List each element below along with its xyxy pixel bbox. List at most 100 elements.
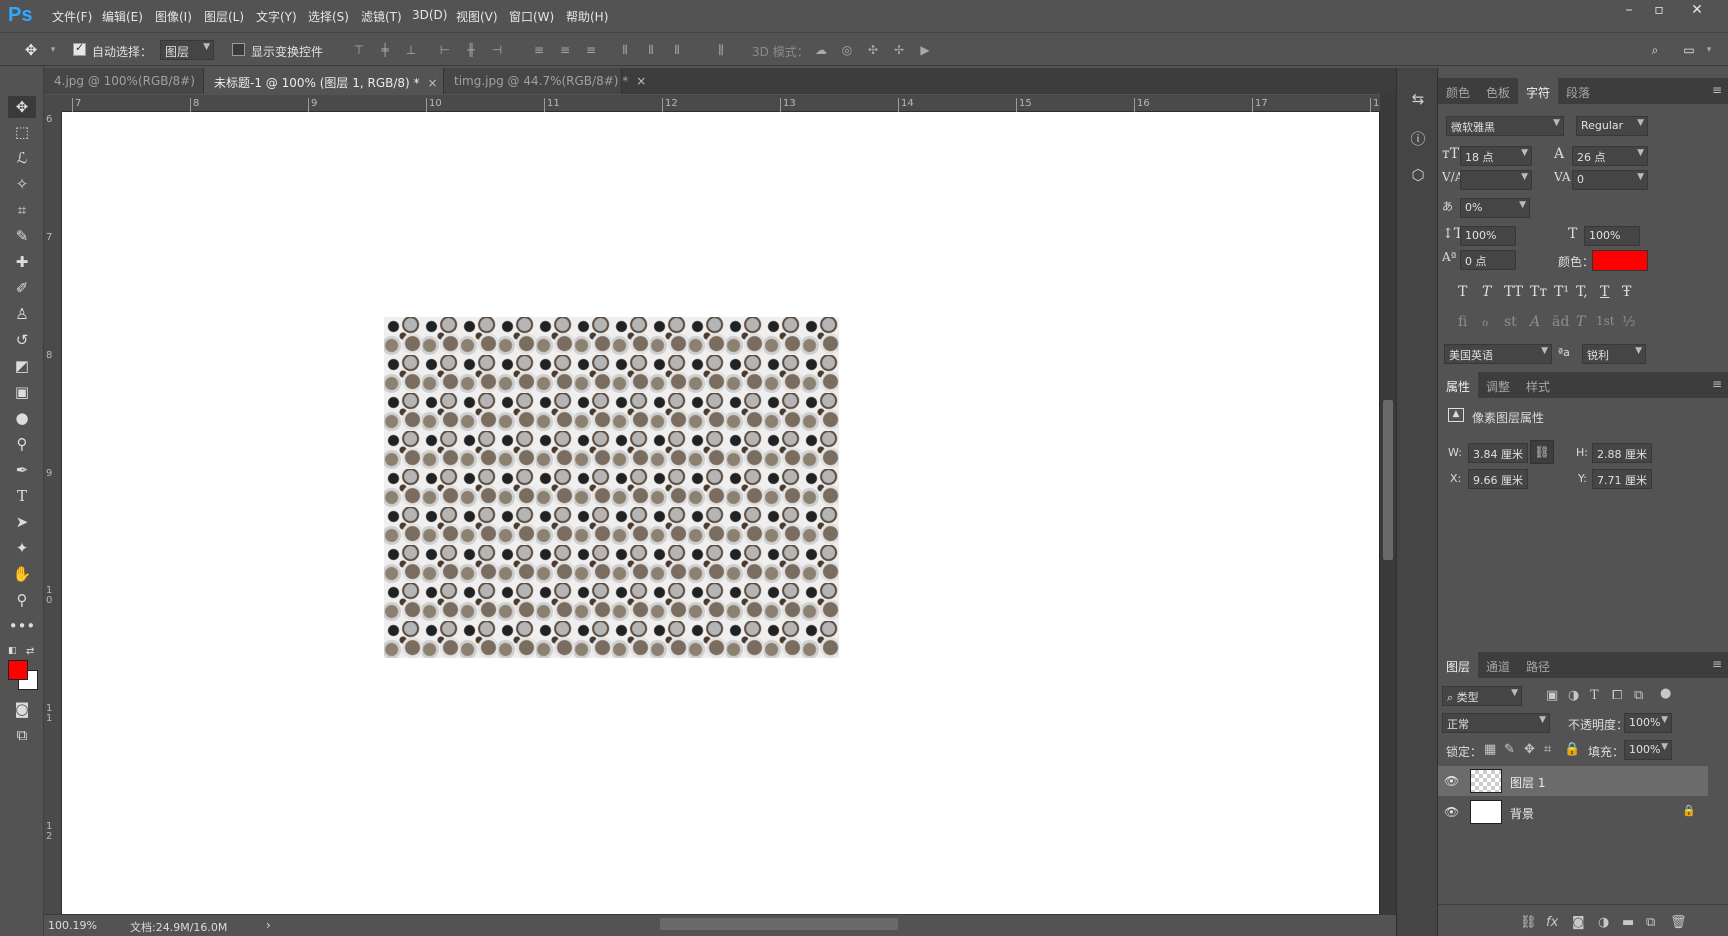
horizontal-scroll-thumb[interactable] xyxy=(660,918,898,930)
gradient-tool-icon[interactable]: ▣ xyxy=(8,381,36,403)
panel-menu-icon[interactable]: ≡ xyxy=(1712,377,1722,391)
language-dropdown[interactable]: 美国英语 ▼ xyxy=(1444,344,1552,364)
kerning-field[interactable]: ▼ xyxy=(1460,170,1532,190)
tab-paragraph[interactable]: 段落 xyxy=(1558,78,1598,104)
menu-help[interactable]: 帮助(H) xyxy=(566,8,608,25)
quick-mask-icon[interactable]: ◙ xyxy=(8,698,36,720)
align-bottom-icon[interactable]: ⊥ xyxy=(404,43,418,57)
swap-colors-icon[interactable]: ⇄ xyxy=(26,646,34,657)
move-tool-preset-icon[interactable]: ✥ xyxy=(24,43,38,58)
align-hcenter-icon[interactable]: ╫ xyxy=(464,43,478,57)
layer-row-layer1[interactable]: 👁 图层 1 xyxy=(1438,766,1708,796)
opacity-field[interactable]: 100% ▼ xyxy=(1624,713,1672,733)
antialias-dropdown[interactable]: 锐利 ▼ xyxy=(1582,344,1646,364)
faux-italic-button[interactable]: T xyxy=(1482,284,1491,300)
faux-bold-button[interactable]: T xyxy=(1458,284,1467,300)
pen-tool-icon[interactable]: ✒ xyxy=(8,459,36,481)
horizontal-scale-field[interactable]: 100% xyxy=(1584,226,1640,246)
superscript-button[interactable]: T¹ xyxy=(1554,284,1569,300)
history-brush-tool-icon[interactable]: ↺ xyxy=(8,329,36,351)
menu-type[interactable]: 文字(Y) xyxy=(256,8,297,25)
show-transform-checkbox[interactable] xyxy=(232,43,245,56)
distribute-vcenter-icon[interactable]: ≡ xyxy=(558,43,572,57)
3d-pan-icon[interactable]: ✣ xyxy=(866,43,880,57)
strikethrough-button[interactable]: Ŧ xyxy=(1622,284,1631,300)
tab-character[interactable]: 字符 xyxy=(1518,78,1559,104)
fractions-button[interactable]: ½ xyxy=(1622,314,1636,330)
underline-button[interactable]: T xyxy=(1600,284,1609,300)
filter-adjustment-icon[interactable]: ◑ xyxy=(1568,688,1579,703)
align-left-icon[interactable]: ⊢ xyxy=(438,43,452,57)
visibility-eye-icon[interactable]: 👁 xyxy=(1444,774,1459,788)
move-tool-icon[interactable]: ✥ xyxy=(8,96,36,118)
hand-tool-icon[interactable]: ✋ xyxy=(8,563,36,585)
tab-properties[interactable]: 属性 xyxy=(1438,372,1479,398)
3d-slide-icon[interactable]: ✢ xyxy=(892,43,906,57)
layer-style-fx-icon[interactable]: fx xyxy=(1546,915,1558,930)
discretionary-ligatures-button[interactable]: st xyxy=(1504,314,1517,330)
ruler-origin[interactable] xyxy=(44,95,62,112)
dodge-tool-icon[interactable]: ⚲ xyxy=(8,433,36,455)
zoom-level[interactable]: 100.19% xyxy=(48,919,97,932)
font-style-dropdown[interactable]: Regular ▼ xyxy=(1576,116,1648,136)
tab-adjustments[interactable]: 调整 xyxy=(1478,372,1518,398)
stylistic-alternates-button[interactable]: ād xyxy=(1552,314,1569,330)
lock-artboard-icon[interactable]: ⌗ xyxy=(1544,742,1551,757)
small-caps-button[interactable]: Tт xyxy=(1530,284,1547,300)
lock-position-icon[interactable]: ✥ xyxy=(1524,742,1535,757)
filter-pixel-icon[interactable]: ▣ xyxy=(1546,688,1558,703)
magic-wand-tool-icon[interactable]: ✧ xyxy=(8,173,36,195)
distribute-left-icon[interactable]: ⫴ xyxy=(618,43,632,57)
zoom-tool-icon[interactable]: ⚲ xyxy=(8,589,36,611)
status-menu-arrow-icon[interactable]: › xyxy=(266,918,271,932)
x-field[interactable]: 9.66 厘米 xyxy=(1468,469,1528,489)
filter-smart-object-icon[interactable]: ⧉ xyxy=(1634,688,1643,703)
ruler-horizontal[interactable]: 7 8 9 10 11 12 13 14 15 16 17 1 xyxy=(62,95,1380,112)
swash-button[interactable]: A xyxy=(1530,314,1540,330)
vertical-scroll-thumb[interactable] xyxy=(1383,400,1393,560)
path-select-tool-icon[interactable]: ➤ xyxy=(8,511,36,533)
info-panel-icon[interactable]: ⓘ xyxy=(1407,128,1429,150)
brush-tool-icon[interactable]: ✐ xyxy=(8,277,36,299)
shape-tool-icon[interactable]: ✦ xyxy=(8,537,36,559)
tab-color[interactable]: 颜色 xyxy=(1438,78,1478,104)
filter-toggle-icon[interactable]: ● xyxy=(1660,686,1671,701)
minimize-button[interactable]: – xyxy=(1614,2,1644,22)
3d-scale-icon[interactable]: ▶ xyxy=(918,43,932,57)
maximize-button[interactable]: ▫ xyxy=(1644,2,1674,22)
height-field[interactable]: 2.88 厘米 xyxy=(1592,443,1652,463)
eraser-tool-icon[interactable]: ◩ xyxy=(8,355,36,377)
eyedropper-tool-icon[interactable]: ✎ xyxy=(8,225,36,247)
trash-icon[interactable]: 🗑 xyxy=(1670,915,1687,930)
ligatures-button[interactable]: fi xyxy=(1458,314,1467,330)
3d-panel-icon[interactable]: ⬡ xyxy=(1407,166,1429,188)
ordinals-button[interactable]: 1st xyxy=(1596,314,1615,328)
menu-edit[interactable]: 编辑(E) xyxy=(102,8,143,25)
panel-menu-icon[interactable]: ≡ xyxy=(1712,83,1722,97)
menu-window[interactable]: 窗口(W) xyxy=(509,8,554,25)
lock-transparent-icon[interactable]: ▦ xyxy=(1484,742,1496,757)
ruler-vertical[interactable]: 6 7 8 9 1 0 1 1 1 2 xyxy=(44,112,62,914)
baseline-shift-field[interactable]: 0 点 xyxy=(1460,250,1516,270)
lock-all-icon[interactable]: 🔒 xyxy=(1564,742,1580,757)
foreground-color-swatch[interactable] xyxy=(8,660,28,680)
link-icon[interactable]: ⛓ xyxy=(1530,440,1554,464)
type-tool-icon[interactable]: T xyxy=(8,485,36,507)
menu-select[interactable]: 选择(S) xyxy=(308,8,349,25)
3d-roll-icon[interactable]: ◎ xyxy=(840,43,854,57)
y-field[interactable]: 7.71 厘米 xyxy=(1592,469,1652,489)
floral-pattern-layer[interactable] xyxy=(384,317,839,658)
tab-channels[interactable]: 通道 xyxy=(1478,652,1518,678)
lasso-tool-icon[interactable]: ℒ xyxy=(8,147,36,169)
tab-timg-jpg[interactable]: timg.jpg @ 44.7%(RGB/8#) * × xyxy=(444,68,646,94)
font-size-field[interactable]: 18 点 ▼ xyxy=(1460,146,1532,166)
distribute-bottom-icon[interactable]: ≡ xyxy=(584,43,598,57)
new-layer-icon[interactable]: ⧉ xyxy=(1646,915,1655,930)
old-style-button[interactable]: ℴ xyxy=(1482,314,1488,330)
distribute-top-icon[interactable]: ≡ xyxy=(532,43,546,57)
tracking-field[interactable]: 0 ▼ xyxy=(1572,170,1648,190)
panel-menu-icon[interactable]: ≡ xyxy=(1712,657,1722,671)
close-icon[interactable]: × xyxy=(428,76,438,90)
tab-layers[interactable]: 图层 xyxy=(1438,652,1479,678)
menu-file[interactable]: 文件(F) xyxy=(52,8,92,25)
